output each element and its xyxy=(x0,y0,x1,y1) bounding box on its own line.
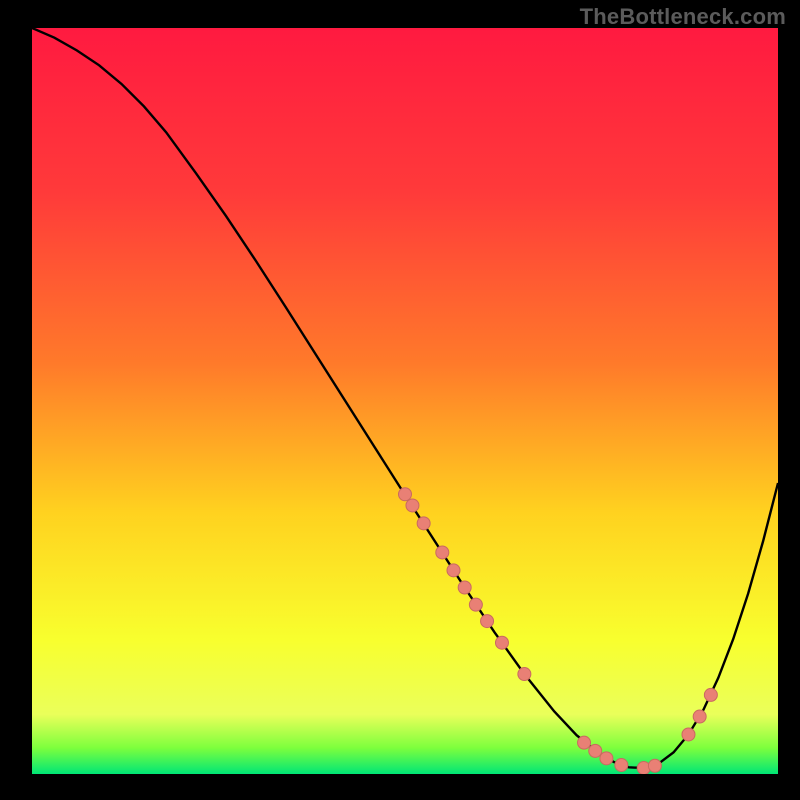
data-marker xyxy=(693,710,706,723)
data-marker xyxy=(458,581,471,594)
data-marker xyxy=(399,488,412,501)
data-marker xyxy=(578,736,591,749)
heat-gradient xyxy=(32,28,778,774)
data-marker xyxy=(704,688,717,701)
data-marker xyxy=(615,759,628,772)
chart-stage: TheBottleneck.com xyxy=(0,0,800,800)
data-marker xyxy=(648,759,661,772)
data-marker xyxy=(436,546,449,559)
data-marker xyxy=(495,636,508,649)
bottleneck-chart xyxy=(32,28,778,774)
data-marker xyxy=(447,564,460,577)
data-marker xyxy=(600,752,613,765)
data-marker xyxy=(481,615,494,628)
data-marker xyxy=(406,499,419,512)
data-marker xyxy=(417,517,430,530)
plot-area xyxy=(32,28,778,774)
data-marker xyxy=(469,598,482,611)
data-marker xyxy=(589,744,602,757)
watermark-text: TheBottleneck.com xyxy=(580,4,786,30)
data-marker xyxy=(682,728,695,741)
data-marker xyxy=(518,668,531,681)
